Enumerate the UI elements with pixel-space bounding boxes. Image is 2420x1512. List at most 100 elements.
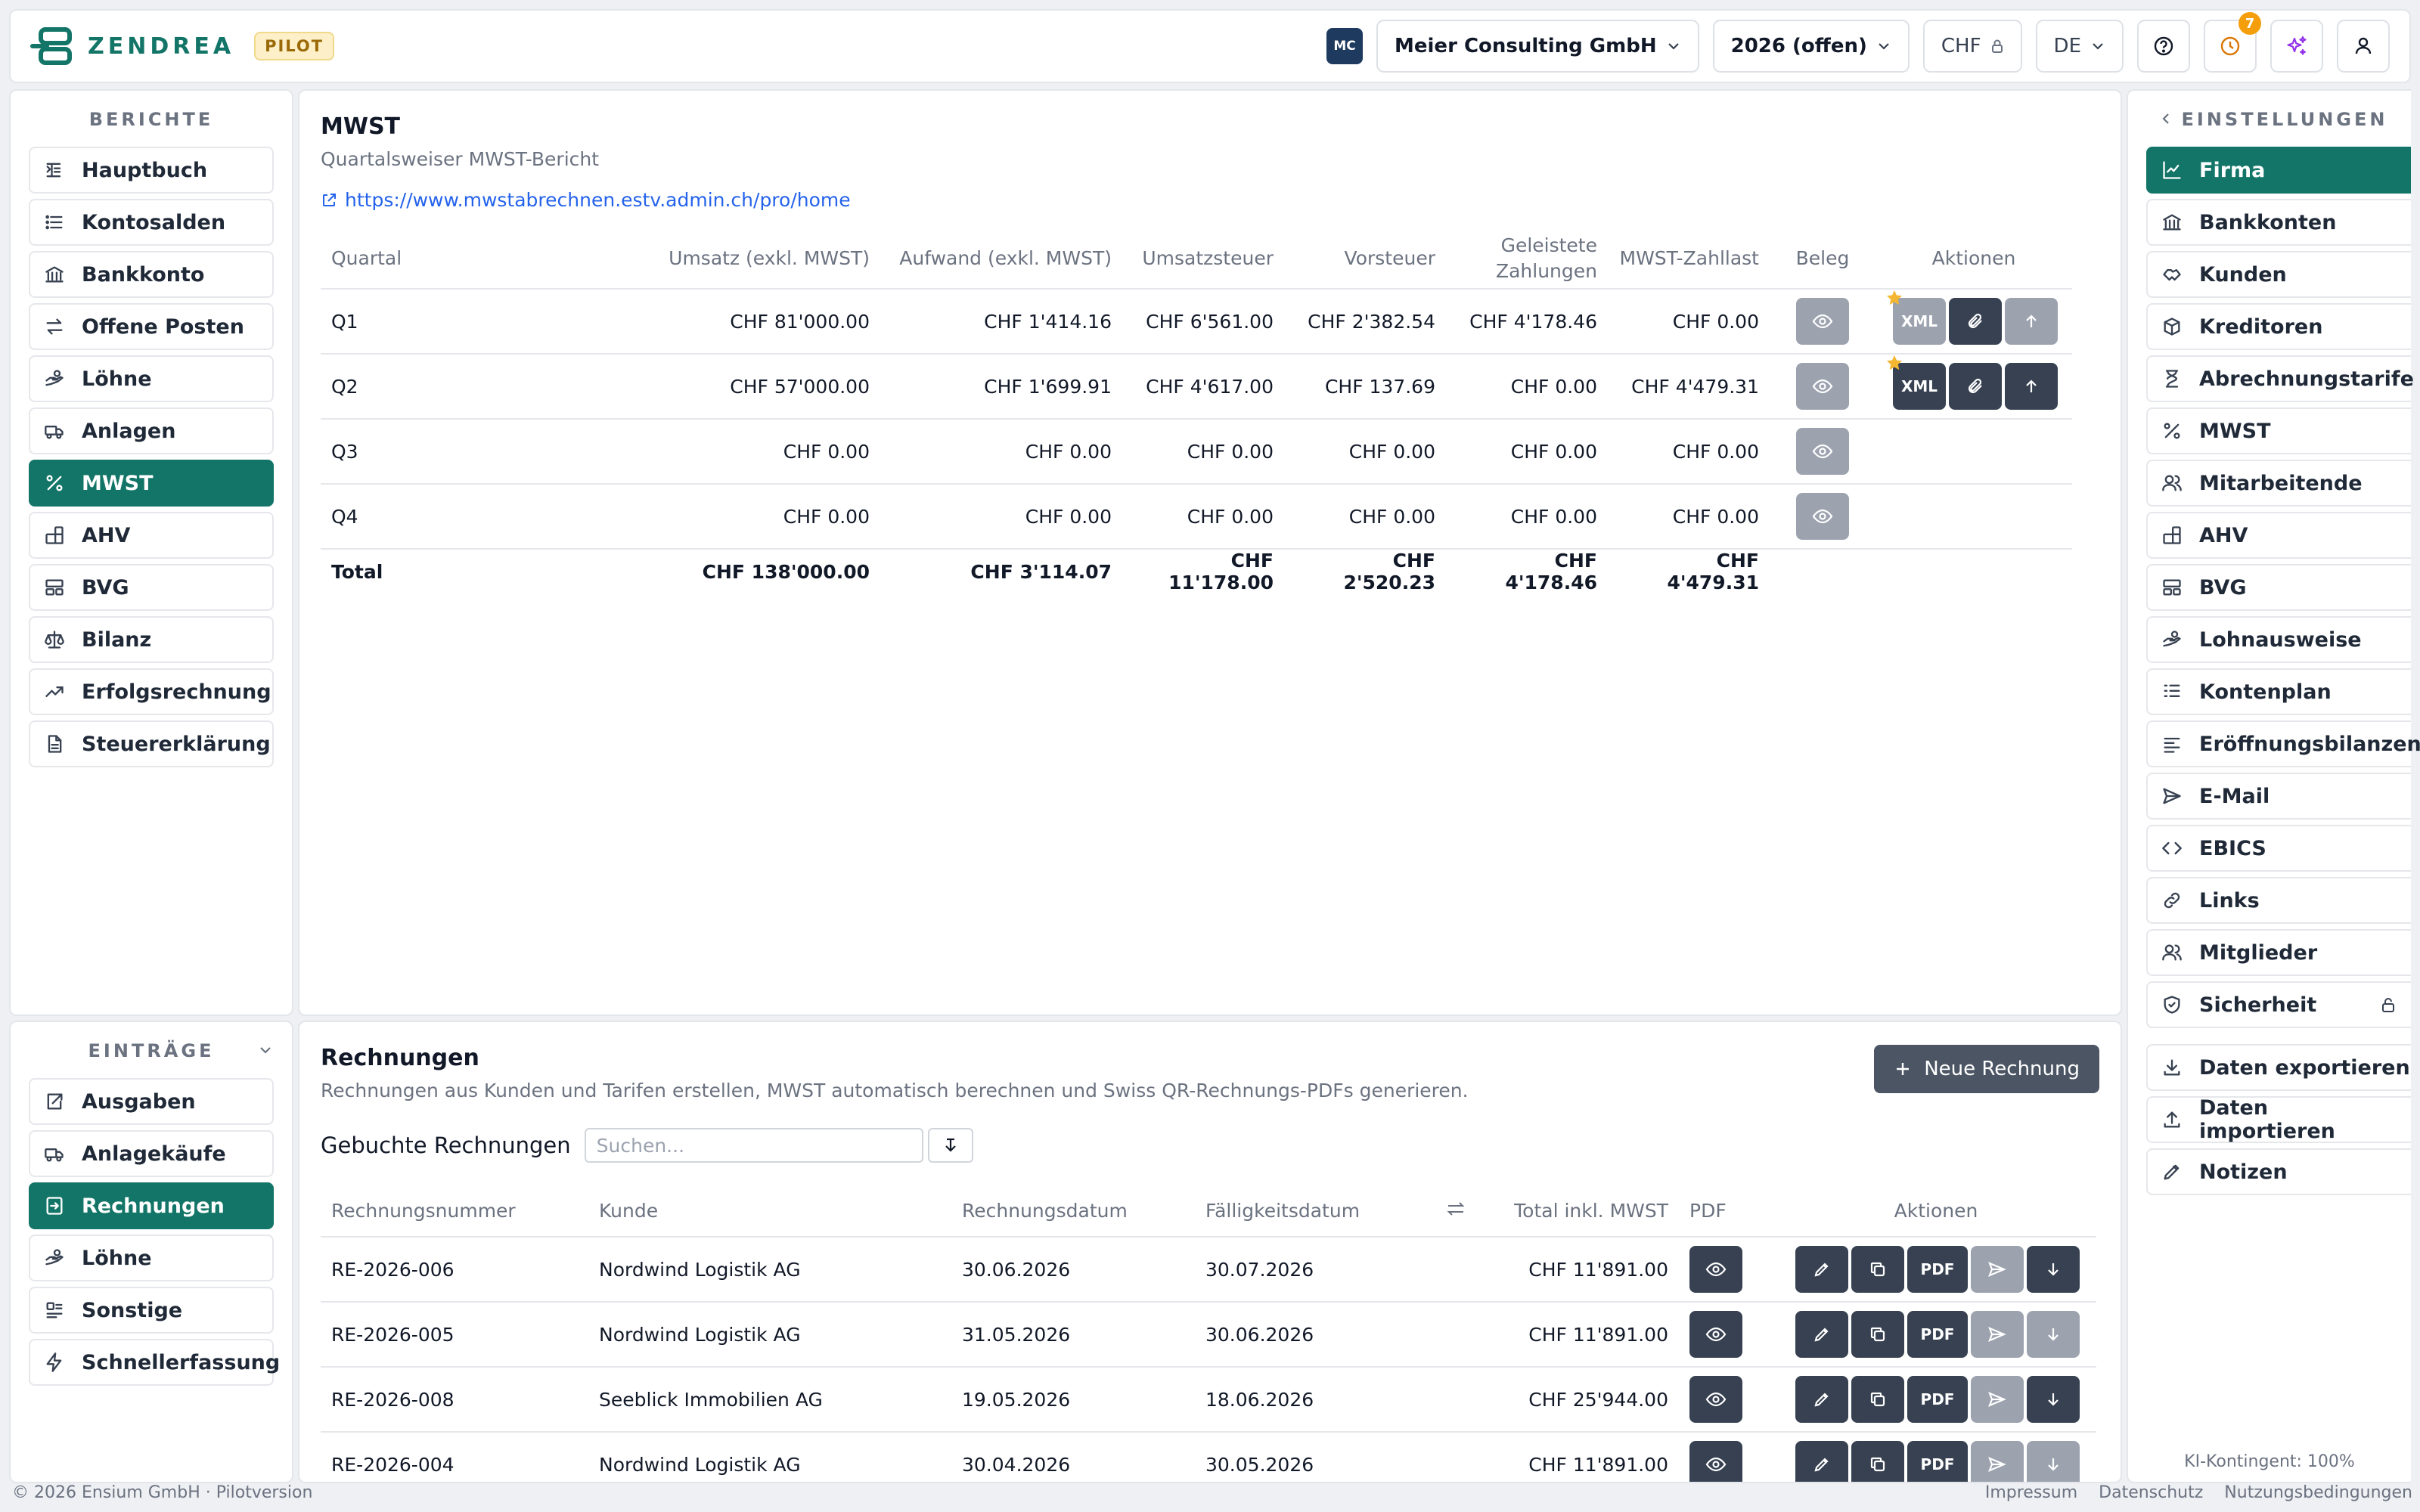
view-receipt-button[interactable]	[1796, 298, 1849, 345]
reminders-button[interactable]: 7	[2204, 12, 2261, 73]
nav-entry-ausgaben[interactable]: Ausgaben	[29, 1078, 274, 1125]
currency-select[interactable]: CHF	[1922, 20, 2022, 73]
nav-report-ahv[interactable]: AHV	[29, 512, 274, 559]
settings-extra-notizen[interactable]: Notizen	[2146, 1148, 2411, 1195]
year-select[interactable]: 2026 (offen)	[1712, 20, 1910, 73]
nav-report-bilanz[interactable]: Bilanz	[29, 616, 274, 663]
send-invoice-button[interactable]	[1971, 1376, 2024, 1423]
sort-button[interactable]	[927, 1128, 973, 1163]
download-invoice-button[interactable]	[2027, 1311, 2080, 1358]
invoice-search-input[interactable]	[584, 1128, 923, 1163]
ai-assistant-button[interactable]	[2270, 20, 2323, 73]
download-pdf-button[interactable]: PDF	[1907, 1311, 1968, 1358]
nav-entry-sonstige[interactable]: Sonstige	[29, 1287, 274, 1334]
download-pdf-button[interactable]: PDF	[1907, 1376, 1968, 1423]
logo[interactable]: ZENDREA PILOT	[30, 26, 335, 66]
settings-item-kreditoren[interactable]: Kreditoren	[2146, 303, 2411, 350]
settings-item-links[interactable]: Links	[2146, 877, 2411, 924]
total-empty-cell	[1876, 549, 2072, 593]
settings-item-kunden[interactable]: Kunden	[2146, 251, 2411, 298]
settings-title[interactable]: EINSTELLUNGEN	[2128, 91, 2411, 147]
settings-extra-daten-exportieren[interactable]: Daten exportieren	[2146, 1044, 2411, 1091]
nav-entry-anlagekaeufe[interactable]: Anlagekäufe	[29, 1130, 274, 1177]
settings-item-lohnausweise[interactable]: Lohnausweise	[2146, 616, 2411, 663]
settings-item-abrechnungstarife[interactable]: Abrechnungstarife	[2146, 355, 2414, 402]
send-invoice-button[interactable]	[1971, 1311, 2024, 1358]
nav-report-bankkonto[interactable]: Bankkonto	[29, 251, 274, 298]
view-receipt-button[interactable]	[1796, 363, 1849, 410]
duplicate-invoice-button[interactable]	[1851, 1376, 1904, 1423]
invoice-row[interactable]: RE-2026-008 Seeblick Immobilien AG 19.05.2…	[321, 1367, 2096, 1433]
settings-item-mitglieder[interactable]: Mitglieder	[2146, 929, 2411, 976]
send-invoice-button[interactable]	[1971, 1441, 2024, 1482]
swap-sort-header[interactable]	[1422, 1185, 1490, 1238]
edit-invoice-button[interactable]	[1795, 1376, 1848, 1423]
entries-title[interactable]: EINTRÄGE	[11, 1022, 292, 1078]
download-pdf-button[interactable]: PDF	[1907, 1441, 1968, 1482]
nav-report-mwst[interactable]: MWST	[29, 460, 274, 507]
company-select[interactable]: Meier Consulting GmbH	[1376, 20, 1699, 73]
send-invoice-button[interactable]	[1971, 1246, 2024, 1293]
preview-pdf-button[interactable]	[1689, 1376, 1742, 1423]
nav-report-steuererklaerung[interactable]: Steuererklärung	[29, 720, 274, 767]
footer-link-impressum[interactable]: Impressum	[1985, 1483, 2077, 1502]
settings-item-kontenplan[interactable]: Kontenplan	[2146, 668, 2411, 715]
settings-item-bvg[interactable]: BVG	[2146, 564, 2411, 611]
submit-button[interactable]	[2005, 363, 2058, 410]
download-pdf-button[interactable]: PDF	[1907, 1246, 1968, 1293]
preview-pdf-button[interactable]	[1689, 1441, 1742, 1482]
xml-export-button[interactable]: XML	[1887, 355, 1946, 410]
preview-pdf-button[interactable]	[1689, 1311, 1742, 1358]
settings-extra-daten-importieren[interactable]: Daten importieren	[2146, 1096, 2411, 1143]
nav-report-kontosalden[interactable]: Kontosalden	[29, 199, 274, 246]
submit-button[interactable]	[2005, 298, 2058, 345]
attach-button[interactable]	[1949, 298, 2002, 345]
nav-entry-loehne[interactable]: Löhne	[29, 1235, 274, 1281]
estv-link[interactable]: https://www.mwstabrechnen.estv.admin.ch/…	[321, 189, 851, 211]
chevron-left-icon[interactable]	[2158, 110, 2173, 127]
footer-link-nutzungsbedingungen[interactable]: Nutzungsbedingungen	[2224, 1483, 2412, 1502]
copy-icon	[1869, 1390, 1887, 1408]
user-menu-button[interactable]	[2337, 20, 2390, 73]
preview-pdf-button[interactable]	[1689, 1246, 1742, 1293]
new-invoice-button[interactable]: Neue Rechnung	[1874, 1045, 2099, 1093]
download-invoice-button[interactable]	[2027, 1376, 2080, 1423]
duplicate-invoice-button[interactable]	[1851, 1246, 1904, 1293]
language-select[interactable]: DE	[2035, 20, 2124, 73]
nav-entry-schnellerfassung[interactable]: Schnellerfassung	[29, 1339, 280, 1386]
invoice-row[interactable]: RE-2026-005 Nordwind Logistik AG 31.05.202…	[321, 1302, 2096, 1368]
settings-item-bankkonten[interactable]: Bankkonten	[2146, 199, 2411, 246]
settings-item-eroeffnungsbilanzen[interactable]: Eröffnungsbilanzen	[2146, 720, 2420, 767]
view-receipt-button[interactable]	[1796, 428, 1849, 475]
settings-item-sicherheit[interactable]: Sicherheit	[2146, 981, 2411, 1028]
attach-button[interactable]	[1949, 363, 2002, 410]
footer-link-datenschutz[interactable]: Datenschutz	[2099, 1483, 2203, 1502]
nav-report-hauptbuch[interactable]: Hauptbuch	[29, 147, 274, 194]
settings-item-mitarbeitende[interactable]: Mitarbeitende	[2146, 460, 2411, 507]
nav-report-offene-posten[interactable]: Offene Posten	[29, 303, 274, 350]
duplicate-invoice-button[interactable]	[1851, 1311, 1904, 1358]
invoice-row[interactable]: RE-2026-006 Nordwind Logistik AG 30.06.202…	[321, 1237, 2096, 1303]
edit-invoice-button[interactable]	[1795, 1311, 1848, 1358]
settings-item-label: Mitarbeitende	[2199, 471, 2363, 495]
help-button[interactable]	[2137, 20, 2190, 73]
settings-item-e-mail[interactable]: E-Mail	[2146, 773, 2411, 820]
nav-report-loehne[interactable]: Löhne	[29, 355, 274, 402]
edit-invoice-button[interactable]	[1795, 1246, 1848, 1293]
download-invoice-button[interactable]	[2027, 1441, 2080, 1482]
nav-report-erfolgsrechnung[interactable]: Erfolgsrechnung	[29, 668, 274, 715]
settings-item-ahv[interactable]: AHV	[2146, 512, 2411, 559]
settings-item-mwst[interactable]: MWST	[2146, 407, 2411, 454]
xml-export-button[interactable]: XML	[1887, 290, 1946, 345]
settings-item-ebics[interactable]: EBICS	[2146, 825, 2411, 872]
edit-invoice-button[interactable]	[1795, 1441, 1848, 1482]
duplicate-invoice-button[interactable]	[1851, 1441, 1904, 1482]
nav-report-anlagen[interactable]: Anlagen	[29, 407, 274, 454]
settings-item-firma[interactable]: Firma	[2146, 147, 2411, 194]
chevron-down-icon[interactable]	[257, 1042, 274, 1058]
nav-entry-rechnungen[interactable]: Rechnungen	[29, 1182, 274, 1229]
view-receipt-button[interactable]	[1796, 493, 1849, 540]
nav-report-bvg[interactable]: BVG	[29, 564, 274, 611]
invoice-row[interactable]: RE-2026-004 Nordwind Logistik AG 30.04.202…	[321, 1432, 2096, 1482]
download-invoice-button[interactable]	[2027, 1246, 2080, 1293]
